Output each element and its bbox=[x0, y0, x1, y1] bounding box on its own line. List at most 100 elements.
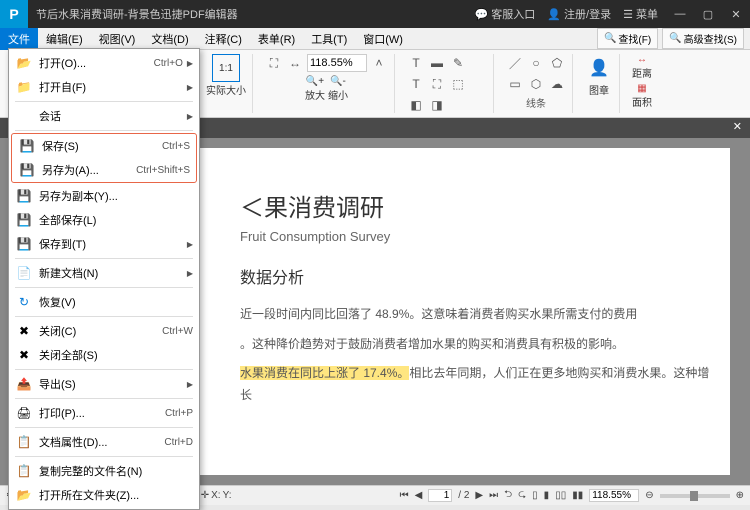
document-page[interactable]: ＜果消费调研 Fruit Consumption Survey 数据分析 近一段… bbox=[200, 148, 730, 475]
print-icon: 🖨 bbox=[15, 404, 33, 422]
rect-icon[interactable]: ▭ bbox=[506, 75, 524, 93]
menu-tools[interactable]: 工具(T) bbox=[303, 28, 355, 50]
layout-cont-facing-icon[interactable]: ▮▮ bbox=[572, 490, 583, 501]
layout-cont-icon[interactable]: ▮ bbox=[544, 490, 550, 501]
tab-close-icon[interactable]: ✕ bbox=[725, 118, 750, 138]
doc-subtitle: Fruit Consumption Survey bbox=[240, 229, 710, 244]
nav-next-icon[interactable]: ▶ bbox=[475, 490, 483, 501]
text-edit-icon[interactable]: T bbox=[407, 54, 425, 72]
save-to-icon: 💾 bbox=[15, 235, 33, 253]
area-button[interactable]: ▦面积 bbox=[632, 83, 652, 109]
layout-single-icon[interactable]: ▯ bbox=[532, 490, 538, 501]
fit-page-icon[interactable]: ⛶ bbox=[265, 54, 283, 72]
nav-first-icon[interactable]: ⏮ bbox=[400, 490, 409, 501]
layout-facing-icon[interactable]: ▯▯ bbox=[555, 490, 566, 501]
export-icon: 📤 bbox=[15, 375, 33, 393]
save-icon: 💾 bbox=[18, 137, 36, 155]
select-icon[interactable]: ⬚ bbox=[449, 75, 467, 93]
menu-doc[interactable]: 文档(D) bbox=[143, 28, 196, 50]
close-all-icon: ✖ bbox=[15, 346, 33, 364]
tool-b-icon[interactable]: ◨ bbox=[428, 96, 446, 114]
copy-name-icon: 📋 bbox=[15, 462, 33, 480]
cursor-pos: ✛ X: Y: bbox=[201, 490, 232, 501]
menu-file[interactable]: 文件 bbox=[0, 28, 38, 50]
status-zoom-input[interactable] bbox=[589, 489, 639, 502]
fit-width-icon[interactable]: ↔ bbox=[286, 54, 304, 72]
window-title: 节后水果消费调研-背景色迅捷PDF编辑器 bbox=[28, 6, 474, 22]
doc-paragraph: 近一段时间内同比回落了 48.9%。这意味着消费者购买水果所需支付的费用 bbox=[240, 304, 710, 326]
text-box-icon[interactable]: T bbox=[407, 75, 425, 93]
close-button[interactable]: ✕ bbox=[722, 0, 750, 28]
poly-icon[interactable]: ⬡ bbox=[527, 75, 545, 93]
pentagon-icon[interactable]: ⬠ bbox=[548, 54, 566, 72]
open-folder-icon: 📂 bbox=[15, 486, 33, 504]
properties-icon: 📋 bbox=[15, 433, 33, 451]
menu-save-to[interactable]: 💾保存到(T)▶ bbox=[9, 232, 199, 256]
menu-new-doc[interactable]: 📄新建文档(N)▶ bbox=[9, 261, 199, 285]
menu-close[interactable]: ✖关闭(C)Ctrl+W bbox=[9, 319, 199, 343]
zoom-in-icon[interactable]: ⊕ bbox=[736, 490, 744, 501]
save-as-icon: 💾 bbox=[18, 161, 36, 179]
folder-open-icon: 📂 bbox=[15, 54, 33, 72]
main-menu[interactable]: ☰ 菜单 bbox=[623, 6, 658, 22]
cloud-icon[interactable]: ☁ bbox=[548, 75, 566, 93]
menu-save-all[interactable]: 💾全部保存(L) bbox=[9, 208, 199, 232]
menu-save[interactable]: 💾保存(S)Ctrl+S bbox=[12, 134, 196, 158]
minimize-button[interactable]: — bbox=[666, 0, 694, 28]
menu-view[interactable]: 视图(V) bbox=[91, 28, 144, 50]
menu-print[interactable]: 🖨打印(P)...Ctrl+P bbox=[9, 401, 199, 425]
login-link[interactable]: 👤 注册/登录 bbox=[547, 6, 611, 22]
doc-section: 数据分析 bbox=[240, 264, 710, 288]
actual-size-button[interactable]: 1:1 实际大小 bbox=[206, 54, 246, 97]
zoom-in-button[interactable]: 🔍+放大 bbox=[305, 76, 325, 102]
distance-button[interactable]: ↔距离 bbox=[632, 54, 652, 80]
tool-a-icon[interactable]: ◧ bbox=[407, 96, 425, 114]
folder-icon: 📁 bbox=[15, 78, 33, 96]
menu-properties[interactable]: 📋文档属性(D)...Ctrl+D bbox=[9, 430, 199, 454]
find-button[interactable]: 🔍查找(F) bbox=[597, 28, 658, 49]
menu-restore[interactable]: ↻恢复(V) bbox=[9, 290, 199, 314]
zoom-slider[interactable] bbox=[660, 494, 730, 498]
highlight-icon[interactable]: ▬ bbox=[428, 54, 446, 72]
menu-copy-name[interactable]: 📋复制完整的文件名(N) bbox=[9, 459, 199, 483]
menu-open-from[interactable]: 📁打开自(F)▶ bbox=[9, 75, 199, 99]
menu-open-folder[interactable]: 📂打开所在文件夹(Z)... bbox=[9, 483, 199, 507]
save-copy-icon: 💾 bbox=[15, 187, 33, 205]
pencil-icon[interactable]: ✎ bbox=[449, 54, 467, 72]
service-entry[interactable]: 💬 客服入口 bbox=[474, 6, 535, 22]
menu-export[interactable]: 📤导出(S)▶ bbox=[9, 372, 199, 396]
crop-icon[interactable]: ⛶ bbox=[428, 75, 446, 93]
menu-edit[interactable]: 编辑(E) bbox=[38, 28, 91, 50]
zoom-out-button[interactable]: 🔍-缩小 bbox=[328, 76, 348, 102]
maximize-button[interactable]: ▢ bbox=[694, 0, 722, 28]
line-icon[interactable]: ／ bbox=[506, 54, 524, 72]
page-total: / 2 bbox=[458, 490, 469, 501]
menubar: 文件 编辑(E) 视图(V) 文档(D) 注释(C) 表单(R) 工具(T) 窗… bbox=[0, 28, 750, 50]
zoom-up-icon[interactable]: ˄ bbox=[370, 54, 388, 72]
restore-icon: ↻ bbox=[15, 293, 33, 311]
nav-back-icon[interactable]: ⮌ bbox=[504, 487, 512, 504]
doc-heading: ＜果消费调研 bbox=[240, 188, 710, 223]
zoom-input[interactable] bbox=[307, 54, 367, 72]
file-menu: 📂打开(O)...Ctrl+O▶ 📁打开自(F)▶ 会话▶ 💾保存(S)Ctrl… bbox=[8, 48, 200, 510]
circle-icon[interactable]: ○ bbox=[527, 54, 545, 72]
close-doc-icon: ✖ bbox=[15, 322, 33, 340]
menu-open[interactable]: 📂打开(O)...Ctrl+O▶ bbox=[9, 51, 199, 75]
menu-save-as[interactable]: 💾另存为(A)...Ctrl+Shift+S bbox=[12, 158, 196, 182]
menu-save-copy[interactable]: 💾另存为副本(Y)... bbox=[9, 184, 199, 208]
app-logo: P bbox=[0, 0, 28, 28]
zoom-out-icon[interactable]: ⊖ bbox=[645, 490, 653, 501]
page-input[interactable] bbox=[428, 489, 452, 502]
nav-prev-icon[interactable]: ◀ bbox=[415, 490, 423, 501]
menu-session[interactable]: 会话▶ bbox=[9, 104, 199, 128]
menu-window[interactable]: 窗口(W) bbox=[355, 28, 411, 50]
advanced-find-button[interactable]: 🔍高级查找(S) bbox=[662, 28, 744, 49]
nav-fwd-icon[interactable]: ⮎ bbox=[518, 487, 526, 504]
session-icon bbox=[15, 107, 33, 125]
nav-last-icon[interactable]: ⏭ bbox=[489, 490, 498, 501]
menu-annotate[interactable]: 注释(C) bbox=[197, 28, 250, 50]
new-doc-icon: 📄 bbox=[15, 264, 33, 282]
stamp-button[interactable]: 👤 图章 bbox=[585, 54, 613, 97]
menu-close-all[interactable]: ✖关闭全部(S) bbox=[9, 343, 199, 367]
menu-form[interactable]: 表单(R) bbox=[250, 28, 303, 50]
